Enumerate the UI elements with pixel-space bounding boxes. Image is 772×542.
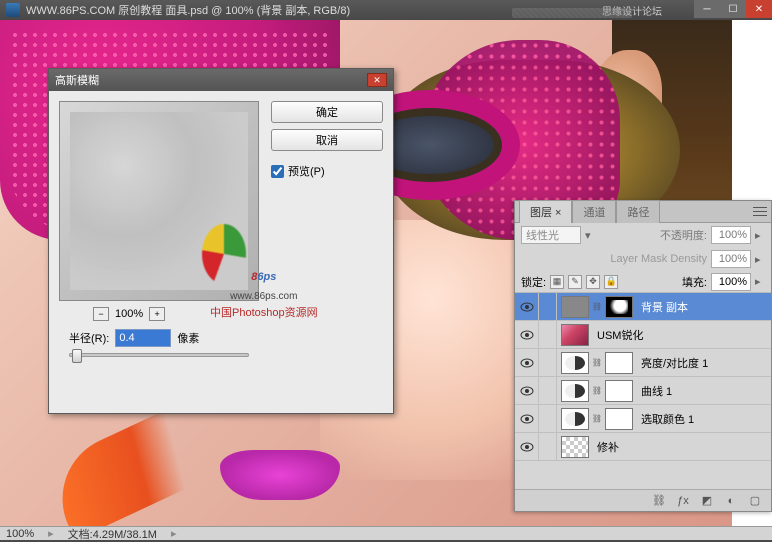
zoom-level: 100% [115, 308, 143, 320]
window-titlebar: WWW.86PS.COM 原创教程 面具.psd @ 100% (背景 副本, … [0, 0, 772, 20]
chevron-right-icon[interactable]: ▸ [48, 527, 54, 540]
mask-density-label: Layer Mask Density [610, 253, 707, 265]
link-layers-icon[interactable]: ⛓ [651, 494, 667, 508]
cancel-button[interactable]: 取消 [271, 129, 383, 151]
layer-name[interactable]: 背景 副本 [637, 299, 771, 315]
lock-transparency-icon[interactable]: ▦ [550, 275, 564, 289]
doc-size-value: 4.29M/38.1M [93, 529, 157, 541]
layer-name[interactable]: USM锐化 [593, 327, 771, 343]
layer-style-icon[interactable]: ƒx [675, 494, 691, 508]
fill-label: 填充: [682, 274, 707, 290]
radius-input[interactable] [115, 329, 171, 347]
panel-menu-button[interactable] [753, 205, 767, 217]
close-button[interactable]: ✕ [746, 0, 772, 18]
fill-input[interactable]: 100% [711, 273, 751, 291]
lock-pixels-icon[interactable]: ✎ [568, 275, 582, 289]
mask-thumbnail[interactable] [605, 352, 633, 374]
adjustment-icon[interactable] [561, 408, 589, 430]
document-title: WWW.86PS.COM 原创教程 面具.psd @ 100% (背景 副本, … [26, 2, 350, 18]
layer-row[interactable]: USM锐化 [515, 321, 771, 349]
layer-row[interactable]: ⛓ 亮度/对比度 1 [515, 349, 771, 377]
visibility-toggle[interactable] [515, 293, 539, 321]
visibility-toggle[interactable] [515, 377, 539, 405]
visibility-toggle[interactable] [515, 433, 539, 461]
visibility-toggle[interactable] [515, 405, 539, 433]
link-icon[interactable]: ⛓ [593, 408, 601, 430]
mask-density-input[interactable]: 100% [711, 250, 751, 268]
panel-tabs: 图层 × 通道 路径 [515, 201, 771, 223]
dialog-close-button[interactable]: ✕ [367, 73, 387, 87]
lock-all-icon[interactable]: 🔒 [604, 275, 618, 289]
visibility-toggle[interactable] [515, 321, 539, 349]
radius-label: 半径(R): [69, 330, 109, 346]
image-lips [220, 450, 340, 500]
add-mask-icon[interactable]: ◩ [699, 494, 715, 508]
tab-channels[interactable]: 通道 [572, 200, 616, 223]
layer-name[interactable]: 修补 [593, 439, 771, 455]
dialog-title-text: 高斯模糊 [55, 72, 99, 88]
dialog-titlebar[interactable]: 高斯模糊 ✕ [49, 69, 393, 91]
zoom-in-button[interactable]: + [149, 307, 165, 321]
lock-fill-row: 锁定: ▦ ✎ ✥ 🔒 填充: 100% ▸ [515, 271, 771, 293]
link-icon[interactable]: ⛓ [593, 352, 601, 374]
layers-list: ⛓ 背景 副本 USM锐化 ⛓ 亮度/对比度 1 ⛓ 曲线 1 [515, 293, 771, 489]
zoom-out-button[interactable]: − [93, 307, 109, 321]
opacity-flyout-icon[interactable]: ▸ [755, 229, 765, 242]
status-zoom[interactable]: 100% [6, 528, 34, 540]
link-icon[interactable]: ⛓ [593, 296, 601, 318]
layer-thumbnail[interactable] [561, 324, 589, 346]
radius-slider[interactable] [69, 353, 249, 357]
chevron-down-icon[interactable]: ▾ [585, 229, 595, 242]
chevron-right-icon[interactable]: ▸ [171, 527, 177, 540]
new-group-icon[interactable]: ▢ [747, 494, 763, 508]
mask-thumbnail[interactable] [605, 296, 633, 318]
doc-size-label: 文档: [68, 529, 93, 541]
blend-opacity-row: 线性光 ▾ 不透明度: 100% ▸ [515, 223, 771, 247]
mask-thumbnail[interactable] [605, 380, 633, 402]
layer-row[interactable]: ⛓ 曲线 1 [515, 377, 771, 405]
app-icon [6, 3, 20, 17]
layer-thumbnail[interactable] [561, 436, 589, 458]
visibility-toggle[interactable] [515, 349, 539, 377]
preview-checkbox-label: 预览(P) [288, 163, 325, 179]
layer-name[interactable]: 曲线 1 [637, 383, 771, 399]
opacity-input[interactable]: 100% [711, 226, 751, 244]
window-controls: ─ ☐ ✕ [694, 0, 772, 18]
slider-thumb[interactable] [72, 349, 82, 363]
layers-panel-footer: ⛓ ƒx ◩ ◐ ▢ [515, 489, 771, 511]
ok-button[interactable]: 确定 [271, 101, 383, 123]
mask-density-flyout-icon[interactable]: ▸ [755, 253, 765, 266]
lock-position-icon[interactable]: ✥ [586, 275, 600, 289]
filter-preview[interactable] [59, 101, 259, 301]
mask-thumbnail[interactable] [605, 408, 633, 430]
mask-density-row: Layer Mask Density 100% ▸ [515, 247, 771, 271]
adjustment-icon[interactable] [561, 380, 589, 402]
blend-mode-select[interactable]: 线性光 [521, 226, 581, 244]
new-adjustment-icon[interactable]: ◐ [723, 494, 739, 508]
layer-thumbnail[interactable] [561, 296, 589, 318]
opacity-label: 不透明度: [660, 227, 707, 243]
maximize-button[interactable]: ☐ [720, 0, 746, 18]
adjustment-icon[interactable] [561, 352, 589, 374]
layer-row[interactable]: 修补 [515, 433, 771, 461]
minimize-button[interactable]: ─ [694, 0, 720, 18]
radius-unit: 像素 [177, 330, 199, 346]
link-icon[interactable]: ⛓ [593, 380, 601, 402]
layer-row[interactable]: ⛓ 选取颜色 1 [515, 405, 771, 433]
lock-label: 锁定: [521, 274, 546, 290]
tab-layers[interactable]: 图层 × [519, 200, 572, 223]
url-watermark [512, 8, 632, 18]
fill-flyout-icon[interactable]: ▸ [755, 275, 765, 288]
layer-name[interactable]: 选取颜色 1 [637, 411, 771, 427]
gaussian-blur-dialog: 高斯模糊 ✕ − 100% + 半径(R): 像素 确定 取消 [48, 68, 394, 414]
status-bar: 100% ▸ 文档:4.29M/38.1M ▸ [0, 526, 772, 540]
tab-paths[interactable]: 路径 [616, 200, 660, 223]
layers-panel: 图层 × 通道 路径 线性光 ▾ 不透明度: 100% ▸ Layer Mask… [514, 200, 772, 512]
layer-name[interactable]: 亮度/对比度 1 [637, 355, 771, 371]
layer-row[interactable]: ⛓ 背景 副本 [515, 293, 771, 321]
preview-checkbox[interactable] [271, 165, 284, 178]
preview-checkbox-row[interactable]: 预览(P) [271, 163, 383, 179]
